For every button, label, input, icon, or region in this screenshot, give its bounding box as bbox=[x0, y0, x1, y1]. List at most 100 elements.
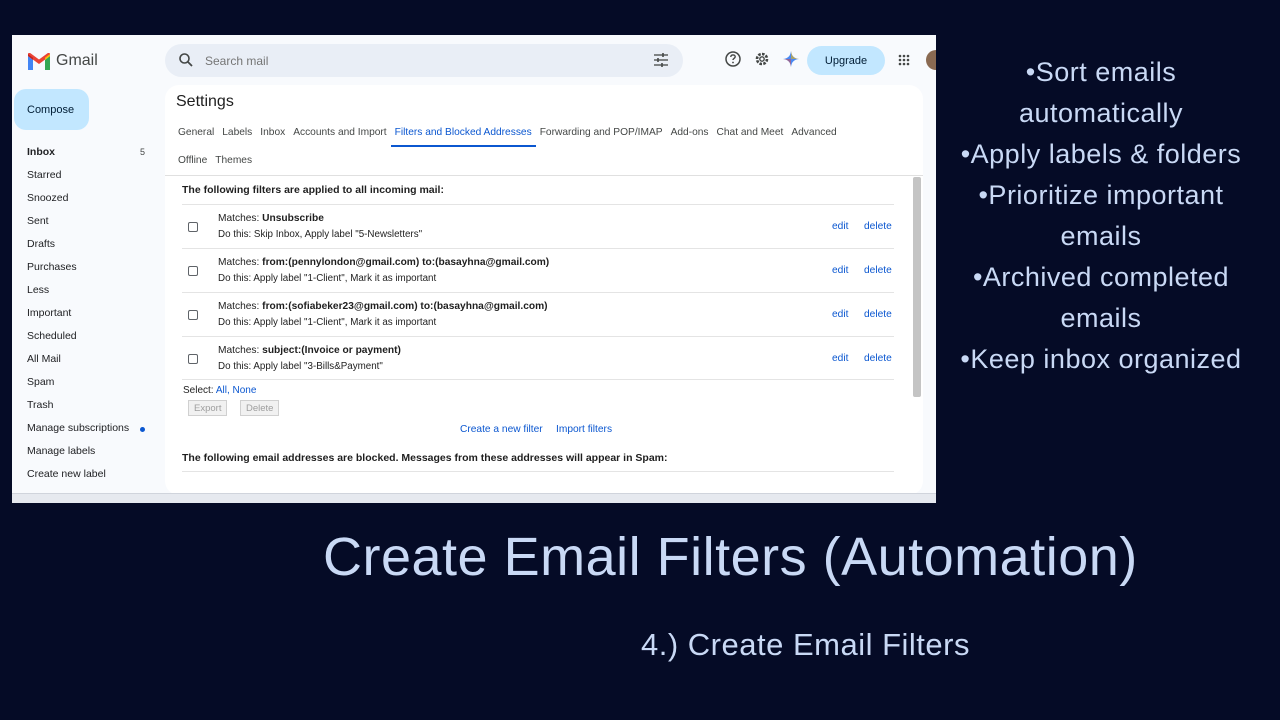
sidebar-item-manage-labels[interactable]: Manage labels bbox=[12, 440, 162, 463]
sidebar-item-manage-subscriptions[interactable]: Manage subscriptions bbox=[12, 417, 162, 440]
matches-prefix: Matches: bbox=[218, 345, 263, 356]
select-all-link[interactable]: All bbox=[216, 385, 227, 396]
apps-grid-icon[interactable] bbox=[898, 54, 910, 66]
filters-heading: The following filters are applied to all… bbox=[182, 184, 444, 196]
sidebar-item-label: Inbox bbox=[27, 146, 55, 158]
page-title: Settings bbox=[176, 93, 234, 110]
slide-title: Create Email Filters (Automation) bbox=[323, 527, 1138, 587]
bullet-list: •Sort emails automatically •Apply labels… bbox=[940, 52, 1262, 380]
sidebar-item-spam[interactable]: Spam bbox=[12, 371, 162, 394]
sidebar-item-label: Trash bbox=[27, 399, 54, 411]
search-icon[interactable] bbox=[178, 52, 194, 68]
sidebar-item-label: Create new label bbox=[27, 468, 106, 480]
account-avatar[interactable] bbox=[926, 50, 936, 70]
tab-forwarding-pop-imap[interactable]: Forwarding and POP/IMAP bbox=[536, 123, 667, 147]
filter-row: Matches: Unsubscribe Do this: Skip Inbox… bbox=[182, 204, 894, 248]
search-input[interactable] bbox=[205, 44, 605, 77]
tab-filters-and-blocked-addresses[interactable]: Filters and Blocked Addresses bbox=[390, 123, 536, 147]
gemini-sparkle-icon[interactable] bbox=[782, 50, 800, 68]
filter-checkbox[interactable] bbox=[188, 310, 198, 320]
filter-row: Matches: from:(pennylondon@gmail.com) to… bbox=[182, 248, 894, 292]
matches-criteria: Unsubscribe bbox=[262, 213, 324, 224]
select-none-link[interactable]: None bbox=[233, 385, 257, 396]
delete-filter-link[interactable]: delete bbox=[864, 265, 892, 276]
filter-row: Matches: subject:(Invoice or payment) Do… bbox=[182, 336, 894, 380]
settings-tabs: General Labels Inbox Accounts and Import… bbox=[174, 123, 841, 147]
blocked-heading: The following email addresses are blocke… bbox=[182, 452, 668, 464]
sidebar-item-label: Purchases bbox=[27, 261, 77, 273]
matches-criteria: from:(pennylondon@gmail.com) to:(basayhn… bbox=[262, 257, 550, 268]
matches-prefix: Matches: bbox=[218, 257, 263, 268]
delete-filter-link[interactable]: delete bbox=[864, 221, 892, 232]
upgrade-button[interactable]: Upgrade bbox=[807, 46, 885, 75]
filter-action: Do this: Skip Inbox, Apply label "5-News… bbox=[218, 229, 423, 240]
filter-checkbox[interactable] bbox=[188, 266, 198, 276]
sidebar-item-label: Manage labels bbox=[27, 445, 96, 457]
tab-themes[interactable]: Themes bbox=[211, 151, 256, 175]
sidebar-item-drafts[interactable]: Drafts bbox=[12, 233, 162, 256]
sidebar-item-label: Scheduled bbox=[27, 330, 77, 342]
filter-checkbox[interactable] bbox=[188, 354, 198, 364]
settings-tabs-row2: Offline Themes bbox=[174, 151, 256, 175]
tabs-divider bbox=[165, 175, 923, 176]
compose-button[interactable]: Compose bbox=[14, 89, 89, 130]
gear-icon[interactable] bbox=[753, 50, 771, 68]
edit-filter-link[interactable]: edit bbox=[832, 309, 848, 320]
filter-matches: Matches: subject:(Invoice or payment) bbox=[218, 345, 401, 356]
unread-count: 5 bbox=[139, 147, 145, 157]
search-options-icon[interactable] bbox=[653, 53, 669, 67]
sidebar-item-important[interactable]: Important bbox=[12, 302, 162, 325]
tab-accounts-and-import[interactable]: Accounts and Import bbox=[289, 123, 390, 147]
bullet-item: •Archived completed emails bbox=[972, 262, 1230, 333]
filter-row: Matches: from:(sofiabeker23@gmail.com) t… bbox=[182, 292, 894, 336]
blocked-divider bbox=[182, 471, 894, 472]
filter-matches: Matches: from:(sofiabeker23@gmail.com) t… bbox=[218, 301, 548, 312]
select-controls: Select: All, None bbox=[183, 385, 256, 396]
sidebar-item-purchases[interactable]: Purchases bbox=[12, 256, 162, 279]
filter-matches: Matches: Unsubscribe bbox=[218, 213, 324, 224]
tab-labels[interactable]: Labels bbox=[218, 123, 256, 147]
edit-filter-link[interactable]: edit bbox=[832, 221, 848, 232]
matches-prefix: Matches: bbox=[218, 213, 263, 224]
tab-advanced[interactable]: Advanced bbox=[787, 123, 840, 147]
filter-checkbox[interactable] bbox=[188, 222, 198, 232]
edit-filter-link[interactable]: edit bbox=[832, 353, 848, 364]
gmail-wordmark: Gmail bbox=[56, 52, 98, 69]
sidebar-item-all-mail[interactable]: All Mail bbox=[12, 348, 162, 371]
sidebar-item-label: Snoozed bbox=[27, 192, 69, 204]
sidebar-item-scheduled[interactable]: Scheduled bbox=[12, 325, 162, 348]
delete-button[interactable]: Delete bbox=[240, 400, 280, 416]
tab-chat-and-meet[interactable]: Chat and Meet bbox=[713, 123, 788, 147]
taskbar bbox=[12, 493, 936, 503]
create-new-filter-link[interactable]: Create a new filter bbox=[460, 424, 543, 435]
filter-action: Do this: Apply label "3-Bills&Payment" bbox=[218, 361, 383, 372]
tab-inbox[interactable]: Inbox bbox=[256, 123, 289, 147]
bullet-item: •Apply labels & folders bbox=[960, 139, 1242, 169]
filter-action: Do this: Apply label "1-Client", Mark it… bbox=[218, 273, 437, 284]
tab-add-ons[interactable]: Add-ons bbox=[667, 123, 713, 147]
import-filters-link[interactable]: Import filters bbox=[556, 424, 612, 435]
tab-general[interactable]: General bbox=[174, 123, 218, 147]
search-bar[interactable] bbox=[165, 44, 683, 77]
help-icon[interactable] bbox=[724, 50, 742, 68]
notification-dot bbox=[140, 427, 145, 432]
sidebar-item-trash[interactable]: Trash bbox=[12, 394, 162, 417]
slide-subtitle: 4.) Create Email Filters bbox=[641, 627, 970, 662]
export-button[interactable]: Export bbox=[188, 400, 228, 416]
delete-filter-link[interactable]: delete bbox=[864, 309, 892, 320]
sidebar-item-starred[interactable]: Starred bbox=[12, 164, 162, 187]
sidebar-item-snoozed[interactable]: Snoozed bbox=[12, 187, 162, 210]
filter-matches: Matches: from:(pennylondon@gmail.com) to… bbox=[218, 257, 549, 268]
bullet-item: •Prioritize important emails bbox=[978, 180, 1224, 251]
gmail-logo[interactable]: Gmail bbox=[28, 52, 98, 70]
tab-offline[interactable]: Offline bbox=[174, 151, 211, 175]
sidebar-item-less[interactable]: Less bbox=[12, 279, 162, 302]
select-prefix: Select: bbox=[183, 385, 216, 396]
sidebar-item-sent[interactable]: Sent bbox=[12, 210, 162, 233]
edit-filter-link[interactable]: edit bbox=[832, 265, 848, 276]
sidebar-item-create-new-label[interactable]: Create new label bbox=[12, 463, 162, 486]
sidebar-item-inbox[interactable]: Inbox 5 bbox=[12, 141, 162, 164]
matches-prefix: Matches: bbox=[218, 301, 263, 312]
delete-filter-link[interactable]: delete bbox=[864, 353, 892, 364]
scrollbar[interactable] bbox=[913, 177, 921, 397]
